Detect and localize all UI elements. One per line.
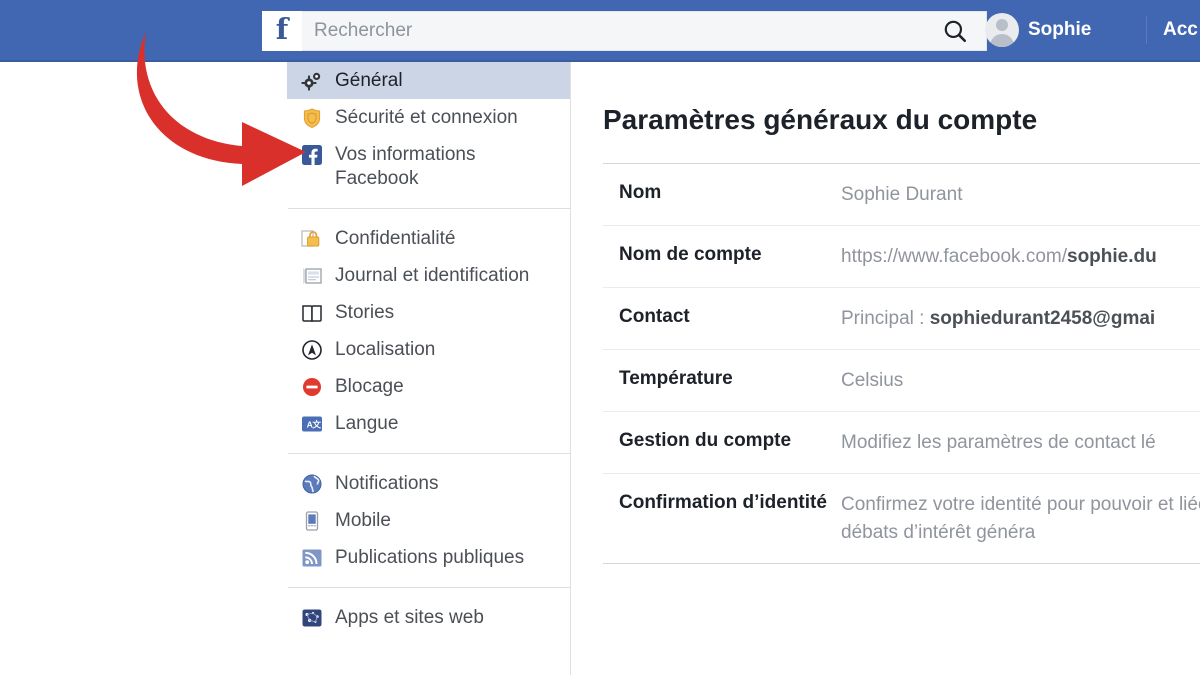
settings-row-value: https://www.facebook.com/sophie.du — [841, 243, 1157, 271]
language-icon: A文 — [301, 413, 323, 435]
sidebar-item-label: Journal et identification — [335, 265, 530, 286]
sidebar-item-vos-informations-facebook[interactable]: Vos informations Facebook — [287, 136, 570, 197]
settings-row-label: Nom de compte — [619, 244, 762, 265]
settings-row-label: Confirmation d’identité — [619, 492, 827, 513]
settings-row[interactable]: Confirmation d’identité Confirmez votre i… — [603, 473, 1200, 563]
settings-row-value: Modifiez les paramètres de contact lé — [841, 432, 1156, 453]
settings-row-value-prefix: Principal : — [841, 308, 930, 329]
search-icon — [944, 20, 967, 43]
sidebar-item-langue[interactable]: A 文 Langue — [287, 405, 570, 442]
sidebar-divider — [288, 208, 570, 209]
sidebar-item-publications-publiques[interactable]: Publications publiques — [287, 539, 570, 576]
search-input[interactable] — [302, 12, 912, 50]
globe-icon — [301, 473, 323, 495]
search-box[interactable] — [302, 11, 987, 51]
sidebar-divider — [288, 587, 570, 588]
padlock-icon — [301, 228, 323, 250]
sidebar-item-apps-et-sites-web[interactable]: Apps et sites web — [287, 599, 570, 636]
profile-shortcut[interactable]: Sophie — [985, 13, 1091, 47]
sidebar-divider — [288, 453, 570, 454]
search-area: f — [262, 11, 987, 51]
sidebar-group: Apps et sites web — [287, 599, 570, 636]
page-title: Paramètres généraux du compte — [603, 104, 1038, 135]
settings-row-value-prefix: https://www.facebook.com/ — [841, 246, 1067, 267]
apps-icon — [301, 607, 323, 629]
sidebar-group: Notifications Mobile Publications publique… — [287, 465, 570, 576]
rss-icon — [301, 547, 323, 569]
settings-sidebar: Général Sécurité et connexion Vos informat… — [287, 62, 571, 675]
settings-table: Nom Sophie Durant Nom de compte https://www… — [603, 163, 1200, 564]
block-icon — [301, 376, 323, 398]
nav-separator — [1146, 16, 1147, 44]
search-button[interactable] — [924, 12, 986, 50]
profile-name: Sophie — [1028, 19, 1092, 40]
sidebar-item-label: Langue — [335, 413, 399, 434]
sidebar-item-label: Blocage — [335, 376, 404, 397]
nav-link-accueil[interactable]: Acc — [1163, 19, 1198, 41]
sidebar-item-securite-et-connexion[interactable]: Sécurité et connexion — [287, 99, 570, 136]
sidebar-item-label: Sécurité et connexion — [335, 107, 518, 128]
sidebar-item-label: Vos informations Facebook — [335, 144, 476, 189]
settings-row[interactable]: Gestion du compte Modifiez les paramètres… — [603, 411, 1200, 473]
sidebar-item-notifications[interactable]: Notifications — [287, 465, 570, 502]
sidebar-group: Confidentialité Journal et identification… — [287, 220, 570, 442]
settings-row-label: Température — [619, 368, 733, 389]
sidebar-item-general[interactable]: Général — [287, 62, 570, 99]
settings-row-label: Nom — [619, 182, 662, 203]
settings-row-value: Celsius — [841, 370, 904, 391]
facebook-icon — [301, 144, 323, 166]
sidebar-item-mobile[interactable]: Mobile — [287, 502, 570, 539]
sidebar-item-confidentialite[interactable]: Confidentialité — [287, 220, 570, 257]
settings-main-panel: Paramètres généraux du compte Nom Sophie … — [572, 62, 1200, 675]
settings-row[interactable]: Nom Sophie Durant — [603, 163, 1200, 225]
sidebar-item-label: Confidentialité — [335, 228, 456, 249]
top-navigation-bar: f Sophie Acc — [0, 0, 1200, 62]
settings-row-value-emphasis: sophie.du — [1067, 246, 1157, 267]
facebook-logo-icon[interactable]: f — [262, 11, 302, 51]
sidebar-item-label: Général — [335, 70, 403, 91]
sidebar-item-blocage[interactable]: Blocage — [287, 368, 570, 405]
settings-table-bottom-border — [603, 563, 1200, 564]
sidebar-item-label: Localisation — [335, 339, 436, 360]
sidebar-item-label: Mobile — [335, 510, 391, 531]
settings-row[interactable]: Contact Principal : sophiedurant2458@gmai — [603, 287, 1200, 349]
settings-row[interactable]: Nom de compte https://www.facebook.com/so… — [603, 225, 1200, 287]
settings-row-value: Confirmez votre identité pour pouvoir et… — [841, 494, 1200, 543]
phone-icon — [301, 510, 323, 532]
settings-row-label: Contact — [619, 306, 690, 327]
book-icon — [301, 302, 323, 324]
sidebar-group: Général Sécurité et connexion Vos informat… — [287, 62, 570, 197]
sidebar-item-label: Notifications — [335, 473, 439, 494]
compass-icon — [301, 339, 323, 361]
settings-row-label: Gestion du compte — [619, 430, 792, 451]
svg-text:文: 文 — [311, 418, 321, 429]
facebook-settings-page: f Sophie Acc Général Sécurité et connexio… — [0, 0, 1200, 675]
shield-icon — [301, 107, 323, 129]
settings-row-value: Principal : sophiedurant2458@gmai — [841, 305, 1155, 333]
sidebar-item-journal-et-identification[interactable]: Journal et identification — [287, 257, 570, 294]
settings-row-value-emphasis: sophiedurant2458@gmai — [929, 308, 1156, 329]
sidebar-item-label: Publications publiques — [335, 547, 525, 568]
gears-icon — [301, 70, 323, 92]
settings-row[interactable]: Température Celsius — [603, 349, 1200, 411]
sidebar-item-label: Apps et sites web — [335, 607, 484, 628]
timeline-icon — [301, 265, 323, 287]
settings-row-value: Sophie Durant — [841, 184, 963, 205]
avatar — [985, 13, 1019, 47]
sidebar-item-stories[interactable]: Stories — [287, 294, 570, 331]
sidebar-item-localisation[interactable]: Localisation — [287, 331, 570, 368]
sidebar-item-label: Stories — [335, 302, 395, 323]
facebook-logo-letter: f — [275, 11, 289, 46]
